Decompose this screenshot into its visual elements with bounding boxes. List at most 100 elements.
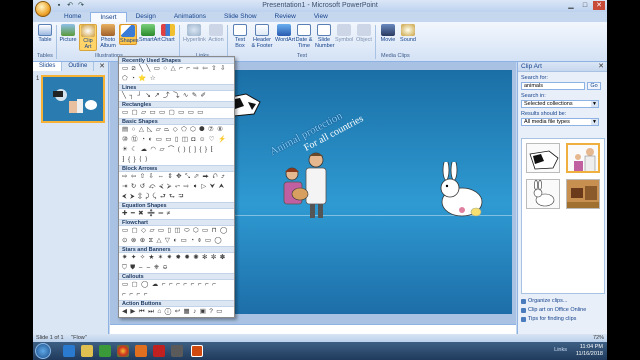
- shape-row[interactable]: ⌐ ⌐ ⌐ ⌐: [119, 290, 234, 300]
- clip-result-cow[interactable]: [526, 143, 560, 173]
- shape-row[interactable]: ⮜ ⮞ ⇳ ⤸ ⤹ ⮐ ⮑ ⮒: [119, 192, 234, 202]
- clock-time: 11:04 PM: [579, 344, 603, 350]
- shape-row[interactable]: ◀ ▶ ⏮ ⏭ ⌂ ⓘ ↩ ▦ ♪ ▣ ? ▭: [119, 307, 234, 317]
- sound-icon: [401, 24, 415, 36]
- maximize-icon[interactable]: □: [579, 1, 591, 10]
- smartart-button[interactable]: SmartArt: [139, 24, 161, 43]
- slide-thumbnail[interactable]: [41, 75, 105, 123]
- search-in-select[interactable]: Selected collections ▼: [521, 100, 599, 108]
- office-button[interactable]: [35, 1, 51, 17]
- shape-row[interactable]: ☀ ☾ ☁ ◠ ▱ ⌒ ( ) [ ] { } ⁅: [119, 145, 234, 155]
- shapes-icon: [121, 25, 135, 37]
- shape-row[interactable]: ▭ ⧄ ╲ ╲ ▭ ○ △ ⌐ ⌐ ⇨ ⇦ ⇧ ⇩: [119, 64, 234, 74]
- app-icon[interactable]: [171, 345, 183, 357]
- explorer-icon[interactable]: [81, 345, 93, 357]
- shape-category-header: Rectangles: [119, 101, 234, 108]
- notes-pane[interactable]: [110, 324, 516, 334]
- vet-family-clipart-image[interactable]: [276, 150, 336, 222]
- tab-view[interactable]: View: [305, 12, 337, 22]
- wordart-button[interactable]: WordArt: [275, 24, 295, 43]
- shape-row[interactable]: ▤ ○ △ ◺ ▱ ⏢ ◇ ⬠ ⬡ ⯃ ⑦ ⑧: [119, 125, 234, 135]
- status-bar: Slide 1 of 1 "Flow" 72%: [33, 334, 607, 342]
- tab-design[interactable]: Design: [127, 12, 165, 22]
- slides-panel: Slides Outline ✕ 1: [33, 62, 109, 334]
- minimize-icon[interactable]: ▁: [565, 1, 577, 10]
- clip-result-rabbit[interactable]: [526, 179, 560, 209]
- table-button[interactable]: Table: [36, 24, 54, 43]
- tab-outline[interactable]: Outline: [62, 62, 95, 71]
- shape-row[interactable]: ▭ ▢ ◇ ▱ ▭ ▯ ◫ ⬭ ⬡ ▭ ⊓ ◯: [119, 226, 234, 236]
- picture-button[interactable]: Picture: [59, 24, 77, 43]
- clip-result-vet[interactable]: [566, 143, 600, 173]
- clip-art-links: Organize clips... Clip art on Office Onl…: [521, 298, 586, 325]
- go-button[interactable]: Go: [587, 82, 601, 90]
- header-footer-button[interactable]: Header & Footer: [251, 24, 273, 49]
- app-icon[interactable]: [135, 345, 147, 357]
- photo-album-icon: [101, 24, 115, 36]
- shape-row[interactable]: ✚ ━ ✖ ➗ ═ ≠: [119, 209, 234, 219]
- media-player-icon[interactable]: [99, 345, 111, 357]
- sound-button[interactable]: Sound: [399, 24, 417, 43]
- shape-row[interactable]: ✷ ✦ ✧ ★ ✶ ✷ ✸ ✹ ✺ ✻ ✼ ✽: [119, 253, 234, 263]
- action-button[interactable]: Action: [207, 24, 225, 43]
- group-label-tables: Tables: [37, 53, 53, 59]
- slide-number-button[interactable]: Slide Number: [315, 24, 335, 49]
- tab-slide-show[interactable]: Slide Show: [215, 12, 266, 22]
- movie-icon: [381, 24, 395, 36]
- date-time-button[interactable]: Date & Time: [295, 24, 313, 49]
- calendar-icon: [297, 24, 311, 36]
- photo-album-button[interactable]: Photo Album: [99, 24, 117, 49]
- shape-row[interactable]: ▭ ▢ ▱ ▭ ▭ ▢ ▭ ▭ ▭: [119, 108, 234, 118]
- shape-row[interactable]: ⇨ ⇦ ⇧ ⇩ ⇔ ⇕ ✥ ⤡ ⬀ ⮕ ⮏ ⤴: [119, 172, 234, 182]
- slide-number: 1: [36, 76, 40, 82]
- start-button[interactable]: [35, 343, 51, 359]
- ie-icon[interactable]: [63, 345, 75, 357]
- search-input[interactable]: animals: [521, 82, 585, 90]
- shape-category-header: Block Arrows: [119, 165, 234, 172]
- tab-review[interactable]: Review: [266, 12, 305, 22]
- tab-home[interactable]: Home: [55, 12, 90, 22]
- clock-date: 11/16/2018: [575, 351, 603, 357]
- chart-button[interactable]: Chart: [159, 24, 177, 43]
- window-title: Presentation1 - Microsoft PowerPoint: [262, 2, 378, 9]
- shapes-button[interactable]: Shapes: [119, 24, 139, 45]
- clip-result-animals[interactable]: [566, 179, 600, 209]
- results-label: Results should be:: [521, 111, 567, 117]
- shapes-gallery: Recently Used Shapes ▭ ⧄ ╲ ╲ ▭ ○ △ ⌐ ⌐ ⇨ …: [118, 56, 235, 318]
- symbol-button[interactable]: Symbol: [335, 24, 353, 43]
- text-box-button[interactable]: Text Box: [231, 24, 249, 49]
- movie-button[interactable]: Movie: [379, 24, 397, 43]
- close-icon[interactable]: ✕: [598, 62, 604, 72]
- results-type-select[interactable]: All media file types ▼: [521, 118, 599, 126]
- object-button[interactable]: Object: [355, 24, 373, 43]
- clip-art-header: Clip Art ✕: [518, 62, 607, 72]
- shape-row[interactable]: ⛉ ⛊ ⌢ ⌣ ⎈ ⎉: [119, 263, 234, 273]
- globe-icon: [521, 307, 526, 313]
- shape-row[interactable]: ⊙ ⊗ ⊕ ⧖ △ ▽ ◐ ▭ ◔ ⌽ ▭ ◯: [119, 236, 234, 246]
- organize-clips-link[interactable]: Organize clips...: [521, 298, 586, 304]
- close-icon[interactable]: ✕: [99, 62, 105, 70]
- shape-row[interactable]: ⁆ { } ⟨ ⟩: [119, 155, 234, 165]
- shape-row[interactable]: ⬠ ◔ ⭐ ☆: [119, 74, 234, 84]
- tab-insert[interactable]: Insert: [90, 12, 127, 22]
- clip-art-button[interactable]: Clip Art: [79, 24, 97, 51]
- clip-art-pane: Clip Art ✕ Search for: animals Go Search …: [517, 62, 607, 334]
- chrome-icon[interactable]: [117, 345, 129, 357]
- shape-row[interactable]: ⑩ ⑫ ◔ ◐ ▭ ▭ ▯ ◫ ◘ ☺ ♡ ⚡: [119, 135, 234, 145]
- powerpoint-window: ▪ ↶ ↷ Presentation1 - Microsoft PowerPoi…: [33, 0, 607, 360]
- close-icon[interactable]: ✕: [593, 1, 605, 10]
- zoom-level[interactable]: 72%: [593, 334, 604, 342]
- clip-art-icon: [81, 25, 95, 37]
- app-icon[interactable]: [153, 345, 165, 357]
- tab-slides[interactable]: Slides: [33, 62, 63, 71]
- powerpoint-taskbar-icon[interactable]: [191, 345, 203, 357]
- tips-link[interactable]: Tips for finding clips: [521, 316, 586, 322]
- shape-row[interactable]: ╲ ┐ ┘ ↘ ↗ ⤴ ⤵ ∿ ✎ ✐: [119, 91, 234, 101]
- rabbit-clipart-image[interactable]: [432, 162, 492, 222]
- shape-row[interactable]: ▭ ▢ ◯ ☁ ⌐ ⌐ ⌐ ⌐ ⌐ ⌐ ⌐ ⌐: [119, 280, 234, 290]
- hyperlink-button[interactable]: Hyperlink: [183, 24, 206, 43]
- clip-art-online-link[interactable]: Clip art on Office Online: [521, 307, 586, 313]
- shape-row[interactable]: ⇥ ↻ ↺ ⤽ ⮘ ⮚ ⬿ ⇨ ➧ ▷ ⮟ ⮝: [119, 182, 234, 192]
- links-toolbar[interactable]: Links: [554, 347, 567, 353]
- tab-animations[interactable]: Animations: [165, 12, 215, 22]
